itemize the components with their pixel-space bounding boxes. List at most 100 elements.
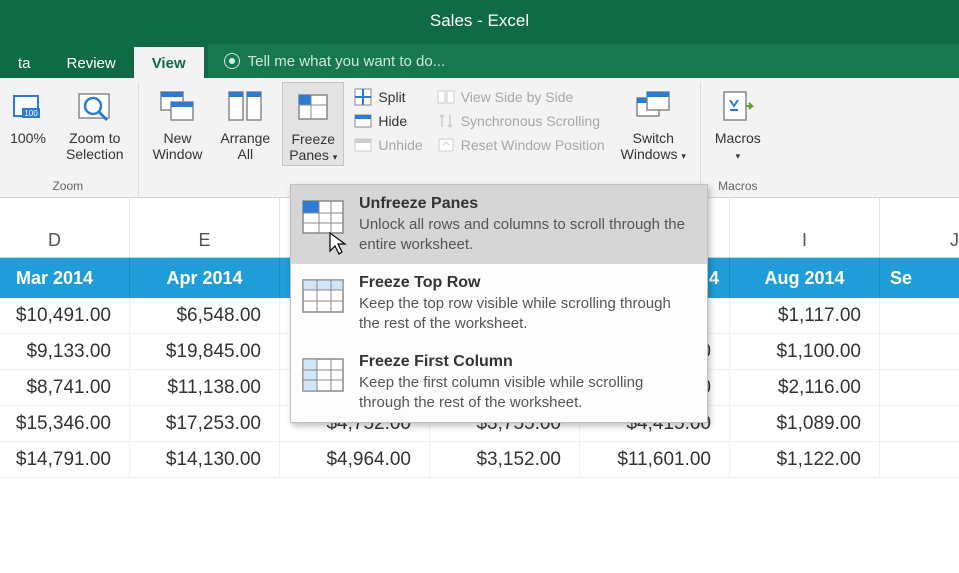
view-side-icon [437,88,455,106]
split-button[interactable]: Split [350,86,426,108]
unfreeze-title: Unfreeze Panes [359,195,693,213]
arrange-all-button[interactable]: Arrange All [214,82,276,164]
arrange-all-icon [225,86,265,126]
tell-me-placeholder: Tell me what you want to do... [248,53,446,70]
sync-scroll-icon [437,112,455,130]
freeze-top-row-icon [301,276,345,316]
column-header[interactable]: D [0,198,130,257]
app-title: Sales - Excel [430,11,529,31]
month-cell[interactable]: Apr 2014 [130,258,280,298]
data-cell[interactable]: $4,964.00 [280,442,430,477]
macros-icon [718,86,758,126]
hide-label: Hide [378,113,407,129]
title-bar: Sales - Excel [0,0,959,42]
freeze-panes-dropdown: Unfreeze Panes Unlock all rows and colum… [290,184,708,423]
data-cell[interactable]: $15,346.00 [0,406,130,441]
column-header[interactable]: E [130,198,280,257]
freeze-first-col-desc: Keep the first column visible while scro… [359,373,693,412]
switch-windows-label: Switch Windows ▾ [621,130,686,162]
unhide-label: Unhide [378,137,422,153]
sync-scroll-label: Synchronous Scrolling [461,113,600,129]
month-cell[interactable]: Se [880,258,959,298]
zoom-to-selection-label: Zoom to Selection [66,130,124,162]
data-cell[interactable]: $17,253.00 [130,406,280,441]
tell-me-box[interactable]: Tell me what you want to do... [208,44,959,78]
freeze-panes-icon [293,87,333,127]
zoom-100-icon: 100 [8,86,48,126]
ribbon: 100 100% Zoom to Selection Zoom New Wind… [0,78,959,198]
zoom-group-label: Zoom [52,177,83,197]
macros-button[interactable]: Macros▾ [709,82,767,164]
new-window-label: New Window [153,130,203,162]
lightbulb-icon [224,53,240,69]
freeze-first-col-title: Freeze First Column [359,353,693,371]
unhide-button: Unhide [350,134,426,156]
synchronous-scrolling-button: Synchronous Scrolling [433,110,609,132]
unhide-icon [354,136,372,154]
data-cell[interactable]: $8 [880,298,959,333]
new-window-button[interactable]: New Window [147,82,209,164]
hide-button[interactable]: Hide [350,110,426,132]
tab-review[interactable]: Review [49,47,134,78]
unfreeze-panes-item[interactable]: Unfreeze Panes Unlock all rows and colum… [291,185,707,264]
tab-data[interactable]: ta [0,47,49,78]
data-cell[interactable]: $11,601.00 [580,442,730,477]
ribbon-group-window: New Window Arrange All Freeze Panes ▾ Sp… [139,82,701,197]
zoom-to-selection-button[interactable]: Zoom to Selection [60,82,130,164]
data-cell[interactable]: $9,133.00 [0,334,130,369]
data-cell[interactable]: $13 [880,370,959,405]
zoom-100-button[interactable]: 100 100% [2,82,54,148]
data-cell[interactable]: $1,122.00 [730,442,880,477]
ribbon-tabs: ta Review View Tell me what you want to … [0,42,959,78]
data-cell[interactable]: $8,741.00 [0,370,130,405]
data-cell[interactable]: $19,845.00 [130,334,280,369]
data-cell[interactable]: $14,130.00 [130,442,280,477]
freeze-top-row-title: Freeze Top Row [359,274,693,292]
switch-windows-icon [633,86,673,126]
split-icon [354,88,372,106]
view-side-label: View Side by Side [461,89,574,105]
month-cell[interactable]: Mar 2014 [0,258,130,298]
data-cell[interactable]: $1,100.00 [730,334,880,369]
data-cell[interactable]: $10 [880,334,959,369]
freeze-first-column-item[interactable]: Freeze First Column Keep the first colum… [291,343,707,422]
macros-group-label: Macros [718,177,757,197]
switch-windows-button[interactable]: Switch Windows ▾ [615,82,692,164]
freeze-panes-button[interactable]: Freeze Panes ▾ [282,82,344,166]
hide-icon [354,112,372,130]
unfreeze-panes-icon [301,197,345,237]
data-cell[interactable]: $4 [880,406,959,441]
freeze-top-row-desc: Keep the top row visible while scrolling… [359,294,693,333]
data-cell[interactable]: $3,152.00 [430,442,580,477]
data-cell[interactable]: $10,491.00 [0,298,130,333]
data-cell[interactable]: $2,116.00 [730,370,880,405]
column-header[interactable]: J [880,198,959,257]
unfreeze-desc: Unlock all rows and columns to scroll th… [359,215,693,254]
data-cell[interactable]: $1,089.00 [730,406,880,441]
tab-view[interactable]: View [134,47,204,78]
data-cell[interactable]: $6,548.00 [130,298,280,333]
data-cell[interactable]: $11,138.00 [130,370,280,405]
ribbon-group-macros: Macros▾ Macros [701,82,775,197]
macros-label: Macros▾ [715,130,761,162]
zoom-to-selection-icon [75,86,115,126]
reset-window-position-button: Reset Window Position [433,134,609,156]
column-header[interactable]: I [730,198,880,257]
freeze-first-col-icon [301,355,345,395]
zoom-100-label: 100% [10,130,46,146]
reset-pos-icon [437,136,455,154]
data-cell[interactable]: $3 [880,442,959,477]
arrange-all-label: Arrange All [220,130,270,162]
freeze-top-row-item[interactable]: Freeze Top Row Keep the top row visible … [291,264,707,343]
data-cell[interactable]: $1,117.00 [730,298,880,333]
split-label: Split [378,89,405,105]
new-window-icon [157,86,197,126]
freeze-panes-label: Freeze Panes ▾ [289,131,337,163]
view-side-by-side-button: View Side by Side [433,86,609,108]
reset-pos-label: Reset Window Position [461,137,605,153]
data-cell[interactable]: $14,791.00 [0,442,130,477]
ribbon-group-zoom: 100 100% Zoom to Selection Zoom [6,82,139,197]
svg-text:100: 100 [24,109,38,118]
table-row: $14,791.00$14,130.00$4,964.00$3,152.00$1… [0,442,959,478]
month-cell[interactable]: Aug 2014 [730,258,880,298]
